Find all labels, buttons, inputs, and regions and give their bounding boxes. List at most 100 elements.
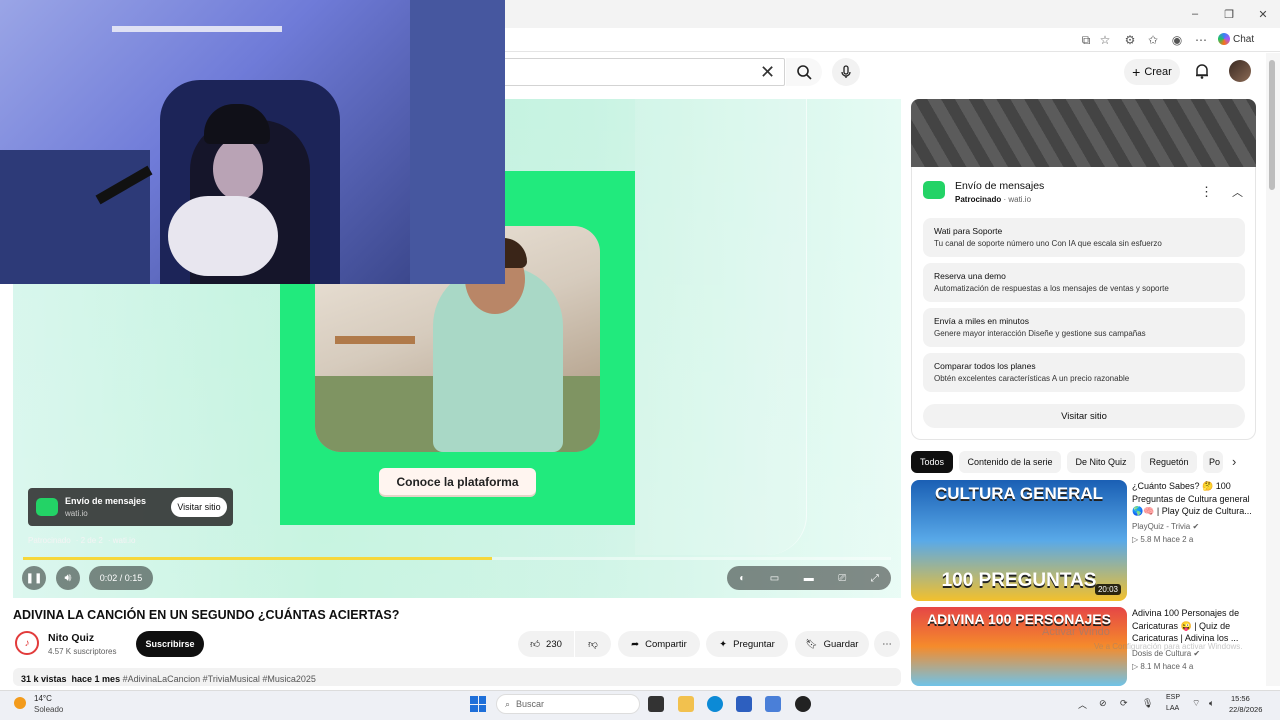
sun-icon[interactable] xyxy=(14,697,26,709)
chip-partial[interactable]: Po xyxy=(1203,451,1223,473)
file-explorer-icon[interactable] xyxy=(678,696,694,712)
player-right-controls: ◐ ▭ ▬ ⎚ ⤢ xyxy=(727,566,891,590)
ad-overlay-card[interactable]: Envío de mensajes wati.io Visitar sitio xyxy=(28,488,233,526)
channel-avatar[interactable]: ♪ xyxy=(15,631,39,655)
weather-temp[interactable]: 14°C xyxy=(34,694,52,703)
windows-start-icon[interactable] xyxy=(470,696,486,712)
user-avatar[interactable] xyxy=(1229,60,1251,82)
tray-wifi-icon[interactable]: ⌔ xyxy=(1192,698,1200,709)
scrollbar-thumb[interactable] xyxy=(1269,60,1275,190)
tray-mic-icon[interactable]: 🎙︎ xyxy=(1142,698,1153,709)
side-ad-link[interactable]: Reserva una demo Automatización de respu… xyxy=(923,263,1245,302)
chevron-up-icon[interactable]: ︿ xyxy=(1232,184,1243,200)
subscribe-button[interactable]: Suscribirse xyxy=(136,631,204,657)
tray-volume-icon[interactable]: 🔈︎ xyxy=(1209,698,1214,709)
voice-search-button[interactable] xyxy=(832,58,860,86)
side-ad-banner[interactable] xyxy=(911,99,1256,167)
taskbar-search[interactable]: ⌕ Buscar xyxy=(496,694,640,714)
side-ad-link[interactable]: Wati para Soporte Tu canal de soporte nú… xyxy=(923,218,1245,257)
dislike-button[interactable]: 👎︎ xyxy=(575,631,611,657)
profile-icon[interactable]: ◉ xyxy=(1170,33,1184,47)
chip-regueton[interactable]: Reguetón xyxy=(1141,451,1197,473)
subscriber-count: 4.57 K suscriptores xyxy=(48,647,117,656)
progress-bar[interactable] xyxy=(23,557,891,560)
keyboard-lang[interactable]: ESP xyxy=(1166,694,1180,701)
ad-info-line: Patrocinado · 2 de 2 · wati.io xyxy=(28,536,135,545)
edge-browser-icon[interactable] xyxy=(707,696,723,712)
split-screen-icon[interactable]: ⧉ xyxy=(1079,33,1093,47)
pause-button[interactable]: ❚❚ xyxy=(22,566,46,590)
store-icon[interactable] xyxy=(736,696,752,712)
extensions-icon[interactable]: ⚙ xyxy=(1123,33,1137,47)
search-input[interactable] xyxy=(505,58,785,86)
ask-label: Preguntar xyxy=(733,638,775,650)
side-ad-link-heading: Reserva una demo xyxy=(934,271,1006,281)
side-ad-link-sub: Obtén excelentes características A un pr… xyxy=(934,374,1130,383)
chip-series[interactable]: Contenido de la serie xyxy=(959,451,1061,473)
side-ad-link[interactable]: Comparar todos los planes Obtén excelent… xyxy=(923,353,1245,392)
ad-visit-site-button[interactable]: Visitar sitio xyxy=(171,497,227,517)
windows-taskbar xyxy=(0,690,1280,720)
channel-name[interactable]: Nito Quiz xyxy=(48,632,94,644)
subtitles-icon[interactable]: ▭ xyxy=(770,573,779,584)
chip-de-nito-quiz[interactable]: De Nito Quiz xyxy=(1067,451,1135,473)
theater-mode-icon[interactable]: ▬ xyxy=(804,573,814,584)
rec-thumbnail[interactable]: CULTURA GENERAL 100 PREGUNTAS 20:03 xyxy=(911,480,1127,601)
notifications-bell-icon[interactable] xyxy=(1193,62,1211,80)
volume-button[interactable]: 🔊︎ xyxy=(56,566,80,590)
tray-sync-icon[interactable]: ⟳ xyxy=(1120,698,1128,709)
save-button[interactable]: 🔖︎ Guardar xyxy=(795,631,869,657)
taskbar-search-placeholder: Buscar xyxy=(516,699,545,709)
clear-search-icon[interactable]: ✕ xyxy=(760,62,775,83)
description-box[interactable]: 31 k vistas hace 1 mes #AdivinaLaCancion… xyxy=(13,668,901,686)
more-options-icon[interactable]: ⋯ xyxy=(1194,33,1208,47)
tray-network-off-icon[interactable]: ⊘ xyxy=(1099,698,1107,709)
restore-button[interactable]: ❐ xyxy=(1212,0,1246,28)
task-view-icon[interactable] xyxy=(648,696,664,712)
minimize-button[interactable]: ‒ xyxy=(1178,0,1212,28)
rec-duration: 20:03 xyxy=(1094,584,1121,595)
volume-icon: 🔊︎ xyxy=(64,571,72,584)
chevron-right-icon[interactable]: › xyxy=(1232,454,1236,469)
create-button[interactable]: + Crear xyxy=(1124,59,1180,85)
side-ad-title[interactable]: Envío de mensajes xyxy=(955,180,1044,192)
mail-icon[interactable] xyxy=(765,696,781,712)
tray-chevron-up-icon[interactable]: ︿ xyxy=(1078,698,1087,711)
side-ad-visit-site-button[interactable]: Visitar sitio xyxy=(923,404,1245,428)
taskbar-time[interactable]: 15:56 xyxy=(1231,694,1250,703)
windows-activation-watermark: Activar Windo xyxy=(1042,626,1110,638)
wati-logo-icon xyxy=(923,181,945,199)
autoplay-toggle-icon[interactable]: ◐ xyxy=(739,573,745,584)
fullscreen-icon[interactable]: ⤢ xyxy=(871,573,879,584)
favorites-icon[interactable]: ✩ xyxy=(1146,33,1160,47)
description-hashtags[interactable]: #AdivinaLaCancion #TriviaMusical #Musica… xyxy=(123,674,316,684)
keyboard-layout: LAA xyxy=(1166,705,1180,712)
obs-icon[interactable] xyxy=(795,696,811,712)
share-icon: ➦ xyxy=(631,638,640,650)
rec-title[interactable]: Adivina 100 Personajes de Caricaturas 😜 … xyxy=(1132,607,1258,645)
ad-card-title: Envío de mensajes xyxy=(65,496,147,506)
rec-title[interactable]: ¿Cuánto Sabes? 🤔 100 Preguntas de Cultur… xyxy=(1132,480,1258,518)
side-ad-link-heading: Comparar todos los planes xyxy=(934,361,1036,371)
webcam-shelf xyxy=(112,26,282,32)
ad-frame-decoration xyxy=(635,99,807,555)
search-button[interactable] xyxy=(786,58,822,86)
webcam-overlay xyxy=(0,0,505,284)
copilot-chat-button[interactable]: Chat xyxy=(1218,33,1254,45)
side-ad-link-heading: Wati para Soporte xyxy=(934,226,1003,236)
cast-icon[interactable]: ⎚ xyxy=(838,573,846,584)
ask-button[interactable]: ✦ Preguntar xyxy=(706,631,788,657)
share-button[interactable]: ➦ Compartir xyxy=(618,631,700,657)
side-ad-link-sub: Automatización de respuestas a los mensa… xyxy=(934,284,1169,293)
favorite-star-icon[interactable]: ☆ xyxy=(1098,33,1112,47)
thumb-text-top: CULTURA GENERAL xyxy=(934,484,1104,503)
more-actions-button[interactable]: ⋯ xyxy=(874,631,900,657)
side-ad-link[interactable]: Envía a miles en minutos Genere mayor in… xyxy=(923,308,1245,347)
kebab-menu-icon[interactable]: ⋮ xyxy=(1200,184,1213,200)
rec-channel[interactable]: PlayQuiz - Trivia ✔︎ xyxy=(1132,522,1199,531)
like-button[interactable]: 👍︎ 230 xyxy=(518,631,574,657)
ad-cta-button[interactable]: Conoce la plataforma xyxy=(379,468,536,495)
chip-todos[interactable]: Todos xyxy=(911,451,953,473)
like-count: 230 xyxy=(546,638,562,650)
close-window-button[interactable]: ✕ xyxy=(1246,0,1280,28)
